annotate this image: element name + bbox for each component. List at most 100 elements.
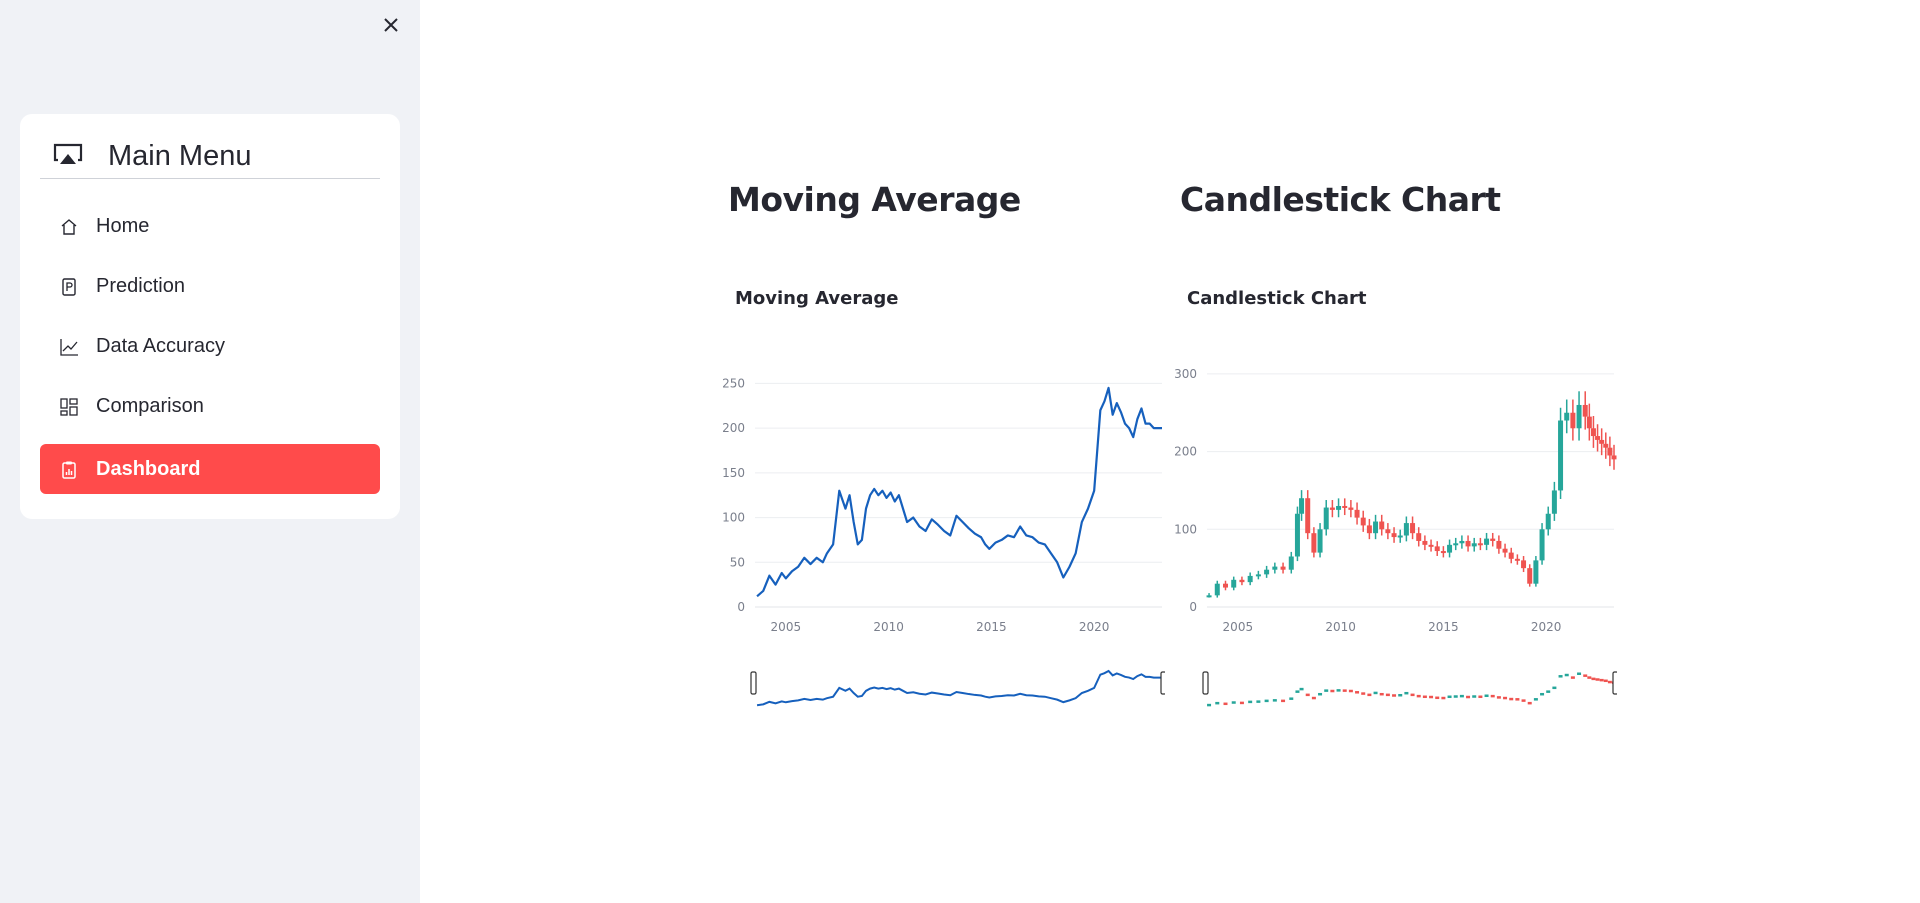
- x-tick-label: 2015: [1428, 620, 1459, 634]
- airplay-icon: [53, 143, 83, 164]
- y-tick-label: 100: [1174, 522, 1197, 536]
- x-tick-label: 2010: [1325, 620, 1356, 634]
- candle-body: [1280, 566, 1286, 570]
- series-line: [756, 386, 1162, 598]
- graph-up-icon: [60, 339, 78, 356]
- candle-body: [1223, 583, 1228, 588]
- candle-body: [1206, 595, 1212, 598]
- y-tick-label: 250: [722, 376, 745, 390]
- grid-icon: [60, 398, 78, 416]
- x-tick-label: 2005: [1223, 620, 1254, 634]
- range-slider-handle-right: [1160, 671, 1165, 695]
- y-tick-label: 100: [722, 511, 745, 525]
- candle-body: [1247, 575, 1253, 583]
- candle-body: [1366, 525, 1372, 534]
- x-tick-label: 2020: [1531, 620, 1562, 634]
- x-tick-label: 2010: [873, 620, 904, 634]
- candle-body: [1403, 523, 1409, 536]
- sidebar-item-comparison[interactable]: Comparison: [40, 381, 380, 431]
- y-tick-label: 0: [737, 600, 745, 614]
- x-tick-label: 2005: [771, 620, 802, 634]
- candle-body: [1323, 507, 1329, 530]
- range-slider-handle-left: [1202, 671, 1209, 695]
- candle-body: [1496, 540, 1502, 549]
- candle-body: [1428, 544, 1434, 547]
- candle-body: [1453, 543, 1459, 546]
- candle-body: [1391, 533, 1397, 538]
- candle-body: [1514, 558, 1520, 561]
- sidebar-item-data-accuracy[interactable]: Data Accuracy: [40, 321, 380, 371]
- sidebar: Main Menu Home Prediction Data Accuracy: [0, 0, 420, 903]
- menu-title: Main Menu: [108, 140, 252, 172]
- y-tick-label: 200: [1174, 445, 1197, 459]
- menu-header: Main Menu: [40, 136, 380, 179]
- clipboard-data-icon: [62, 461, 76, 479]
- sidebar-item-dashboard[interactable]: Dashboard: [40, 444, 380, 494]
- sidebar-item-label: Data Accuracy: [96, 335, 225, 357]
- candle-body: [1607, 447, 1613, 456]
- candle-body: [1336, 505, 1342, 510]
- moving-average-chart[interactable]: 0 50 100 150 200 250 2005 2010 2015 2020: [715, 355, 1165, 715]
- chart-title-moving-average: Moving Average: [735, 288, 899, 309]
- range-slider-line: [756, 669, 1162, 707]
- candle-body: [1379, 521, 1385, 530]
- sidebar-item-prediction[interactable]: Prediction: [40, 261, 380, 311]
- candle-body: [1586, 416, 1592, 429]
- candle-body: [1484, 538, 1490, 545]
- section-title-candlestick: Candlestick Chart: [1180, 180, 1501, 219]
- candle-body: [1410, 523, 1416, 534]
- sidebar-item-label: Prediction: [96, 275, 185, 297]
- candle-body: [1595, 436, 1601, 440]
- candle-body: [1385, 529, 1391, 534]
- candle-body: [1521, 560, 1527, 569]
- sidebar-item-home[interactable]: Home: [40, 201, 380, 251]
- candle-body: [1348, 507, 1354, 510]
- candle-body: [1434, 546, 1440, 552]
- candle-body: [1570, 412, 1576, 429]
- y-tick-label: 0: [1189, 600, 1197, 614]
- candle-body: [1239, 579, 1245, 583]
- candle-body: [1590, 428, 1596, 437]
- candle-body: [1533, 560, 1539, 584]
- candle-body: [1360, 517, 1366, 526]
- sidebar-item-label: Dashboard: [96, 458, 201, 480]
- candle-body: [1373, 521, 1379, 534]
- candle-body: [1299, 498, 1305, 514]
- candle-body: [1255, 574, 1261, 577]
- y-tick-label: 150: [722, 466, 745, 480]
- sidebar-item-label: Home: [96, 215, 150, 237]
- sidebar-item-label: Comparison: [96, 395, 204, 417]
- candle-body: [1551, 490, 1557, 514]
- y-tick-label: 200: [722, 421, 745, 435]
- chart-title-candlestick: Candlestick Chart: [1187, 288, 1367, 309]
- candle-body: [1231, 579, 1237, 588]
- candle-body: [1471, 543, 1477, 547]
- house-icon: [61, 219, 77, 235]
- close-sidebar-button[interactable]: [378, 12, 404, 38]
- candle-body: [1272, 566, 1278, 570]
- candle-body: [1288, 556, 1294, 570]
- y-tick-label: 50: [730, 555, 745, 569]
- candle-body: [1508, 552, 1514, 559]
- candlestick-chart[interactable]: 0 100 200 300 2005 2010 2015 2020: [1167, 355, 1617, 715]
- close-icon: [384, 18, 398, 32]
- y-tick-label: 300: [1174, 367, 1197, 381]
- candle-body: [1545, 513, 1551, 530]
- candle-body: [1311, 533, 1317, 553]
- candle-body: [1397, 535, 1403, 538]
- section-title-moving-average: Moving Average: [728, 180, 1021, 219]
- candle-body: [1416, 533, 1422, 541]
- candle-body: [1527, 568, 1533, 584]
- candle-body: [1305, 498, 1311, 534]
- main-menu: Main Menu Home Prediction Data Accuracy: [20, 114, 400, 519]
- candle-body: [1558, 420, 1564, 491]
- candle-body: [1490, 538, 1496, 541]
- candle-body: [1264, 569, 1270, 575]
- x-tick-label: 2020: [1079, 620, 1110, 634]
- candle-body: [1342, 505, 1348, 508]
- candle-body: [1447, 544, 1453, 553]
- candle-body: [1603, 443, 1609, 448]
- range-slider-handle-left: [750, 671, 757, 695]
- candle-body: [1294, 513, 1300, 557]
- candle-body: [1502, 548, 1508, 553]
